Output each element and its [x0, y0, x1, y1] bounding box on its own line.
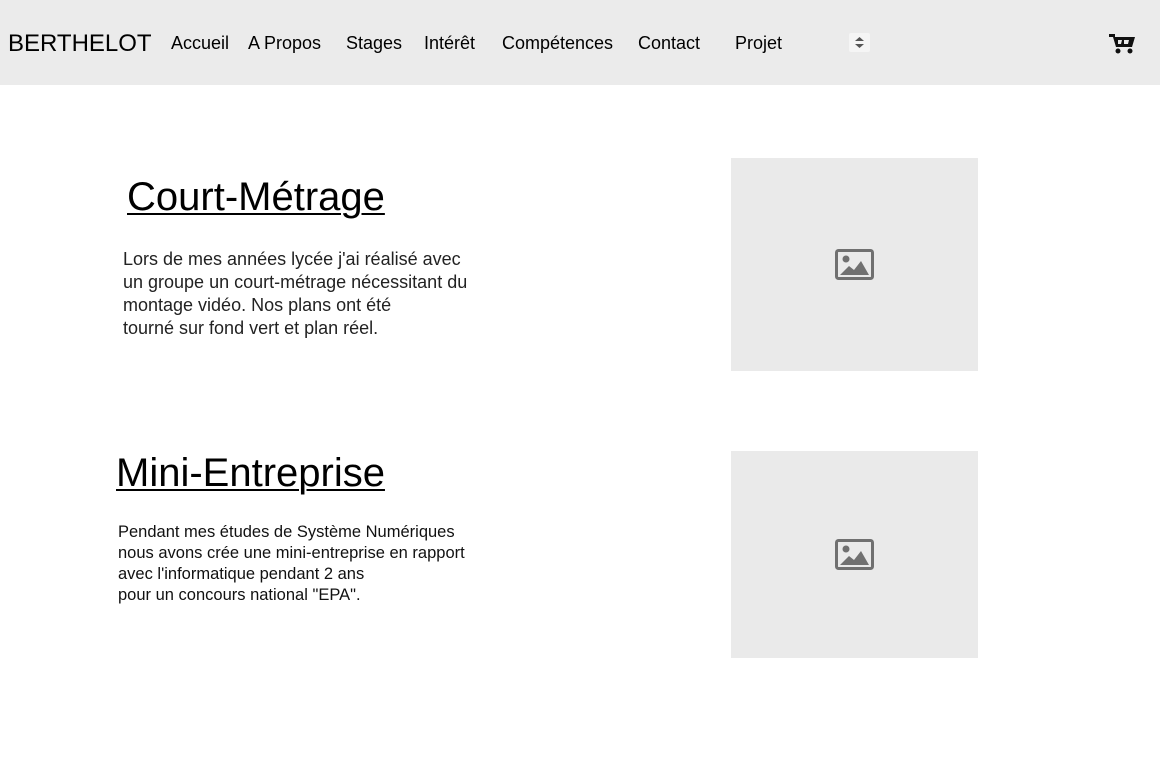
nav-item-interet[interactable]: Intérêt — [424, 33, 475, 53]
section-title-court-metrage[interactable]: Court-Métrage — [127, 174, 385, 220]
section-title-mini-entreprise[interactable]: Mini-Entreprise — [116, 450, 385, 496]
image-placeholder-icon — [834, 538, 874, 570]
top-navbar: BERTHELOT Accueil A Propos Stages Intérê… — [0, 0, 1160, 85]
image-placeholder-court-metrage — [731, 158, 978, 371]
nav-item-accueil[interactable]: Accueil — [171, 33, 229, 53]
cart-icon — [1109, 34, 1135, 54]
updown-arrows-icon — [855, 37, 864, 48]
nav-item-a-propos[interactable]: A Propos — [248, 33, 321, 53]
image-placeholder-icon — [834, 248, 874, 280]
section-text-court-metrage: Lors de mes années lycée j'ai réalisé av… — [123, 249, 468, 338]
nav-item-contact[interactable]: Contact — [638, 33, 700, 53]
brand-logo-link[interactable]: BERTHELOT — [8, 30, 152, 58]
section-text-mini-entreprise: Pendant mes études de Système Numériques… — [118, 523, 465, 604]
cart-button[interactable] — [1109, 32, 1136, 54]
nav-item-competences[interactable]: Compétences — [502, 33, 613, 53]
nav-item-projet[interactable]: Projet — [735, 33, 782, 53]
nav-item-stages[interactable]: Stages — [346, 33, 402, 53]
image-placeholder-mini-entreprise — [731, 451, 978, 658]
dropdown-select[interactable] — [849, 33, 870, 52]
